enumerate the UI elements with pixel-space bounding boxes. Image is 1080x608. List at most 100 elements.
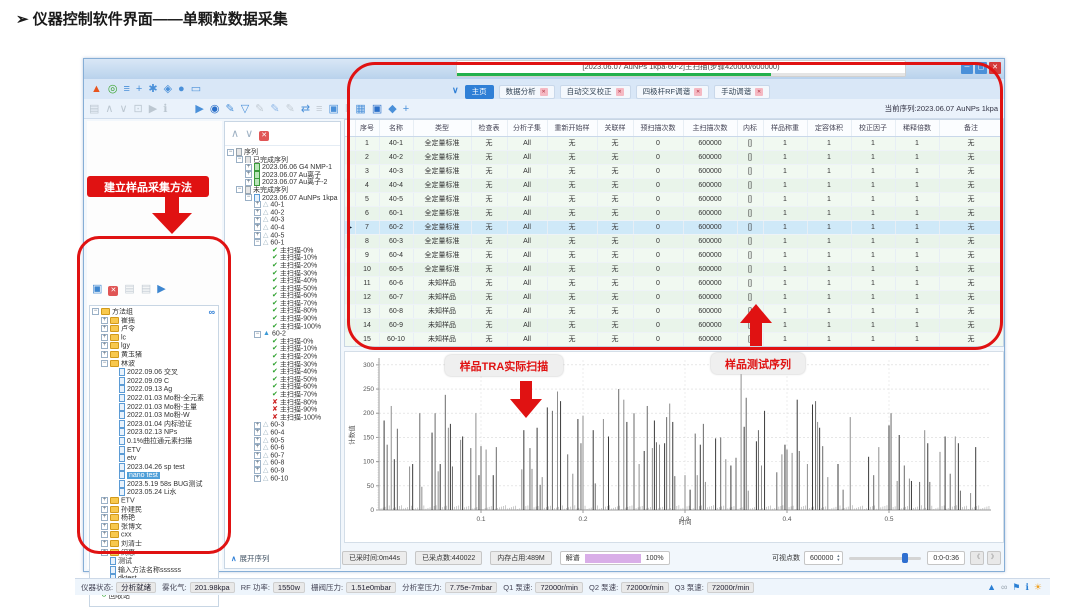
tree-item[interactable]: +黄玉猪 <box>92 351 218 360</box>
expand-icon[interactable]: + <box>254 422 261 429</box>
table-cell[interactable]: 1 <box>807 248 851 262</box>
table-cell[interactable]: 1 <box>895 304 939 318</box>
shield-user-icon[interactable]: ● <box>178 80 185 98</box>
expand-icon[interactable]: + <box>101 506 108 513</box>
table-cell[interactable]: 无 <box>471 178 507 192</box>
info-icon[interactable]: ℹ <box>163 100 167 118</box>
tab-close-icon[interactable]: ✕ <box>540 88 548 96</box>
tree-item[interactable]: 2022.09.09 C <box>92 377 218 386</box>
table-cell[interactable]: 无 <box>939 164 1003 178</box>
table-cell[interactable]: [] <box>737 178 763 192</box>
table-cell[interactable]: 8 <box>355 234 379 248</box>
table-cell[interactable]: [] <box>737 220 763 234</box>
table-cell[interactable]: [] <box>737 248 763 262</box>
tree-item[interactable]: +2023.06.07 Au离子 <box>227 171 340 179</box>
column-header[interactable]: 主扫描次数 <box>683 120 737 136</box>
move-icon[interactable]: + <box>403 100 409 118</box>
table-cell[interactable]: 1 <box>851 136 895 150</box>
table-row[interactable]: 340-3全定量标准无All无无0600000[]1111无 <box>345 164 1003 178</box>
expand-icon[interactable]: + <box>101 531 108 538</box>
table-cell[interactable]: 1 <box>851 220 895 234</box>
table-cell[interactable]: 全定量标准 <box>413 248 471 262</box>
table-cell[interactable]: All <box>507 150 547 164</box>
tree-item[interactable]: ✔主扫描-50% <box>227 285 340 293</box>
column-header[interactable]: 样品称重 <box>763 120 807 136</box>
expand-icon[interactable]: + <box>245 171 252 178</box>
collapse-down-icon[interactable]: ∨ <box>119 100 127 118</box>
table-cell[interactable]: 1 <box>763 150 807 164</box>
table-cell[interactable]: 无 <box>597 220 633 234</box>
table-cell[interactable]: 1 <box>851 234 895 248</box>
tree-item[interactable]: ✔主扫描-20% <box>227 262 340 270</box>
table-cell[interactable]: 1 <box>807 220 851 234</box>
table-cell[interactable]: 60-1 <box>379 206 413 220</box>
table-cell[interactable]: 0 <box>633 150 683 164</box>
table-cell[interactable]: 1 <box>763 304 807 318</box>
column-header[interactable]: 类型 <box>413 120 471 136</box>
table-cell[interactable]: 1 <box>895 332 939 346</box>
tree-item[interactable]: ✔主扫描-70% <box>227 300 340 308</box>
table-cell[interactable]: 1 <box>807 262 851 276</box>
tab-1[interactable]: 数据分析✕ <box>499 85 555 99</box>
monitor-icon[interactable]: ⊡ <box>134 100 143 118</box>
expand-icon[interactable]: + <box>101 549 108 556</box>
table-cell[interactable]: 无 <box>547 318 597 332</box>
table-cell[interactable]: 60-7 <box>379 290 413 304</box>
pencil-edit-icon[interactable]: ✎ <box>286 100 295 118</box>
table-cell[interactable]: 600000 <box>683 262 737 276</box>
column-header[interactable]: 重新开始样 <box>547 120 597 136</box>
table-cell[interactable]: 0 <box>633 206 683 220</box>
table-cell[interactable]: 无 <box>471 136 507 150</box>
table-cell[interactable]: 无 <box>471 318 507 332</box>
table-cell[interactable]: 全定量标准 <box>413 178 471 192</box>
table-cell[interactable]: 60-8 <box>379 304 413 318</box>
table-row[interactable]: 1260-7未知样品无All无无0600000[]1111无 <box>345 290 1003 304</box>
table-cell[interactable]: 3 <box>355 164 379 178</box>
table-cell[interactable]: 1 <box>807 164 851 178</box>
table-cell[interactable]: 无 <box>597 234 633 248</box>
table-cell[interactable]: 60-6 <box>379 276 413 290</box>
tree-item[interactable]: ETV <box>92 446 218 455</box>
table-cell[interactable]: 1 <box>807 136 851 150</box>
table-cell[interactable]: 1 <box>807 206 851 220</box>
table-cell[interactable]: 全定量标准 <box>413 164 471 178</box>
table-cell[interactable]: 60-4 <box>379 248 413 262</box>
table-row[interactable]: 860-3全定量标准无All无无0600000[]1111无 <box>345 234 1003 248</box>
tree-item[interactable]: −序列 <box>227 148 340 156</box>
expand-icon[interactable]: + <box>245 179 252 186</box>
table-cell[interactable]: 无 <box>547 206 597 220</box>
table-cell[interactable]: 1 <box>763 290 807 304</box>
table-cell[interactable]: 全定量标准 <box>413 150 471 164</box>
table-cell[interactable]: 1 <box>763 192 807 206</box>
tree-item[interactable]: ✘主扫描-80% <box>227 399 340 407</box>
table-cell[interactable]: 0 <box>633 164 683 178</box>
tree-item[interactable]: ✘主扫描-100% <box>227 414 340 422</box>
tree-item[interactable]: 2022.01.03 Mo粉-W <box>92 411 218 420</box>
table-cell[interactable]: 无 <box>939 206 1003 220</box>
table-row[interactable]: 1360-8未知样品无All无无0600000[]1111无 <box>345 304 1003 318</box>
table-cell[interactable]: 1 <box>895 206 939 220</box>
table-cell[interactable]: 无 <box>597 332 633 346</box>
tree-item[interactable]: ✔主扫描-0% <box>227 247 340 255</box>
table-cell[interactable]: All <box>507 136 547 150</box>
tree-item[interactable]: ✔主扫描-40% <box>227 277 340 285</box>
table-cell[interactable]: 0 <box>633 178 683 192</box>
table-row[interactable]: 1560-10未知样品无All无无0600000[]1111无 <box>345 332 1003 346</box>
tree-item[interactable]: +△60-4 <box>227 429 340 437</box>
table-row[interactable]: 1060-5全定量标准无All无无0600000[]1111无 <box>345 262 1003 276</box>
table-cell[interactable]: 无 <box>471 290 507 304</box>
expand-icon[interactable]: + <box>101 334 108 341</box>
table-cell[interactable]: 无 <box>471 206 507 220</box>
expand-icon[interactable]: + <box>101 540 108 547</box>
table-cell[interactable]: 1 <box>763 206 807 220</box>
table-cell[interactable]: 0 <box>633 290 683 304</box>
tree-item[interactable]: ✔主扫描-30% <box>227 361 340 369</box>
tree-item[interactable]: +cxx <box>92 531 218 540</box>
table-cell[interactable]: [] <box>737 318 763 332</box>
expand-icon[interactable]: + <box>101 514 108 521</box>
column-header[interactable]: 序号 <box>355 120 379 136</box>
tree-item[interactable]: +△40-5 <box>227 232 340 240</box>
prev-page-button[interactable]: 《 <box>970 551 984 565</box>
tree-item[interactable]: ✔主扫描-60% <box>227 292 340 300</box>
tree-item[interactable]: ✔主扫描-0% <box>227 338 340 346</box>
